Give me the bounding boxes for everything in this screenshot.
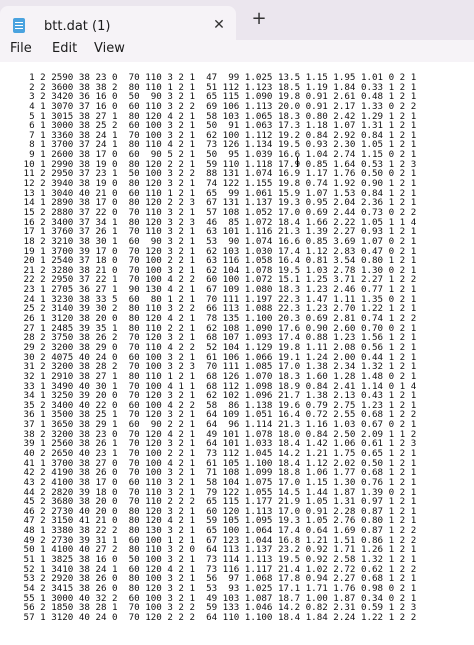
plus-icon[interactable]: + xyxy=(249,9,269,29)
tab-title: btt.dat (1) xyxy=(44,19,111,34)
menu-bar: File Edit View xyxy=(0,40,474,62)
text-editor[interactable]: 1 2 2590 38 23 0 70 110 3 2 1 47 99 1.02… xyxy=(0,62,474,645)
title-bar: btt.dat (1) ✕ + xyxy=(0,0,474,40)
close-icon[interactable]: ✕ xyxy=(210,16,228,34)
text-content: 1 2 2590 38 23 0 70 110 3 2 1 47 99 1.02… xyxy=(18,73,417,623)
document-tab[interactable]: btt.dat (1) ✕ xyxy=(0,6,236,40)
text-cursor xyxy=(297,157,298,167)
text-line: 57 1 3120 40 24 0 70 120 2 2 2 64 110 1.… xyxy=(18,611,417,623)
notepad-icon xyxy=(13,18,25,33)
menu-file[interactable]: File xyxy=(10,40,32,58)
menu-view[interactable]: View xyxy=(94,40,125,58)
menu-edit[interactable]: Edit xyxy=(52,40,77,58)
